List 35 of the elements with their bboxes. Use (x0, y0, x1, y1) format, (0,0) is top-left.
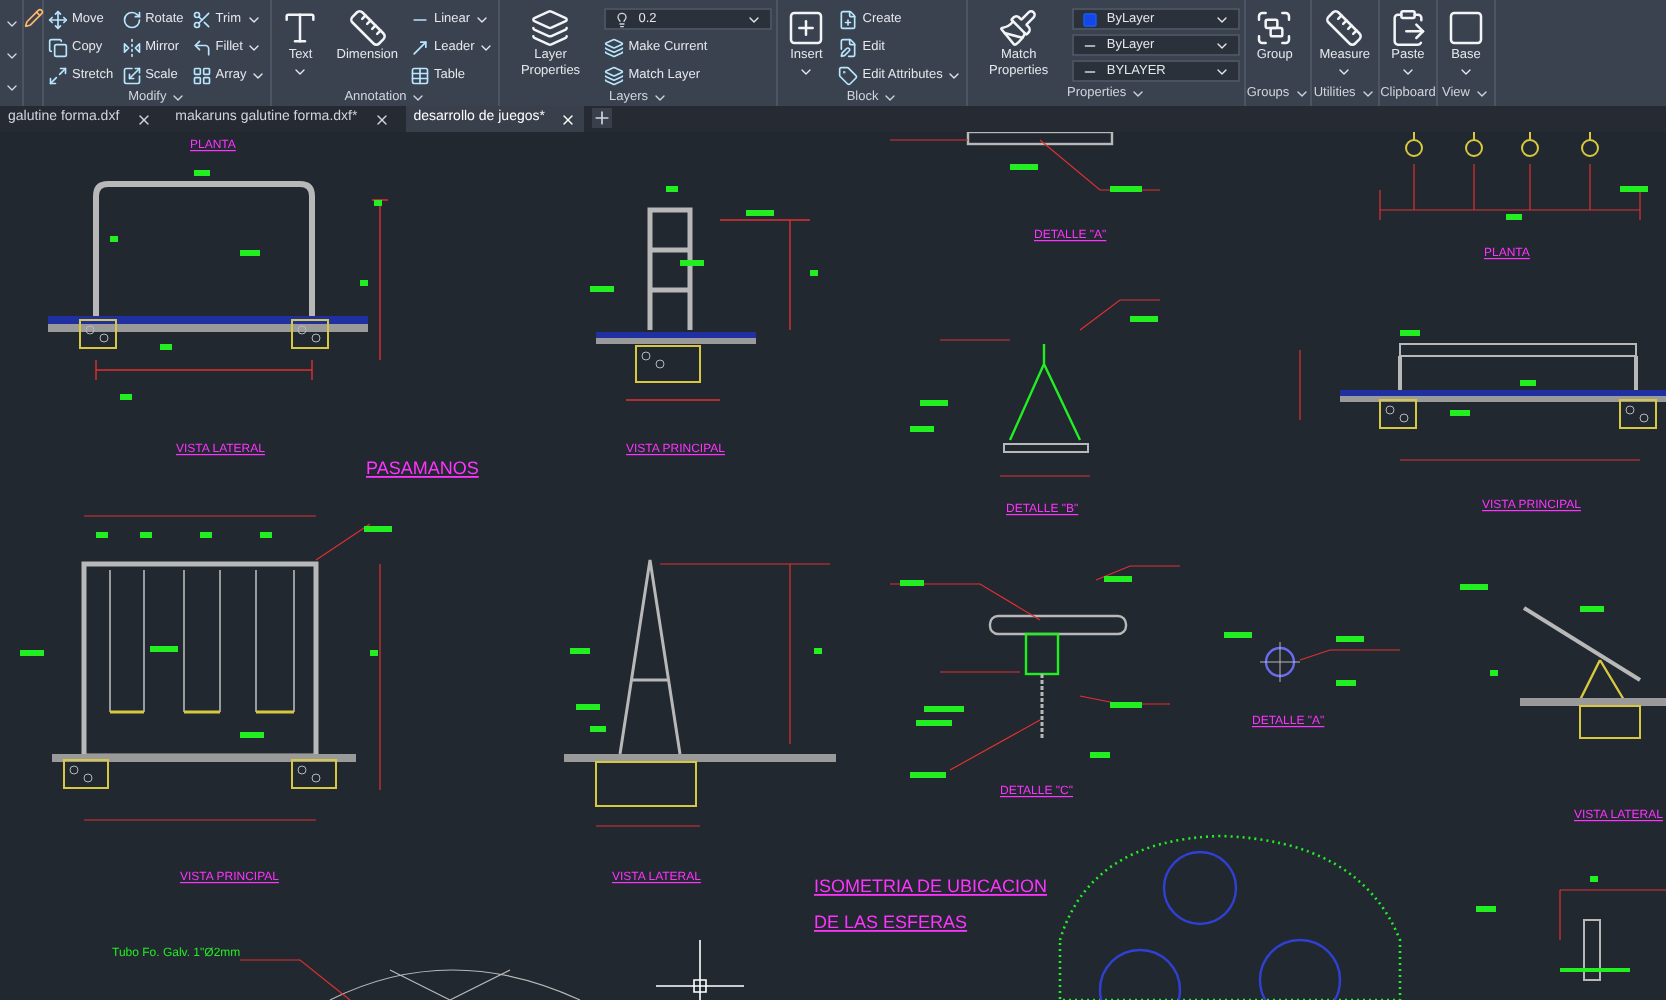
caret-icon (946, 68, 963, 84)
copy-icon (48, 38, 68, 58)
pencil-icon (23, 8, 43, 28)
letter-icon (280, 8, 321, 48)
move-icon (48, 10, 68, 30)
close-icon[interactable] (560, 111, 577, 127)
scissors-icon (191, 10, 212, 30)
grid-icon (191, 66, 212, 86)
insert-icon (786, 8, 827, 48)
leader-icon (410, 38, 430, 58)
rotate-icon (121, 10, 142, 30)
table-icon (410, 66, 430, 86)
caret-icon (1130, 86, 1147, 102)
stretch-icon (48, 66, 68, 86)
view-title: ISOMETRIA DE UBICACION (814, 876, 1048, 896)
caret-icon (1293, 86, 1310, 102)
mirror-icon (121, 38, 142, 58)
layers-icon (530, 8, 571, 48)
close-icon[interactable] (373, 111, 390, 127)
tag-icon (838, 66, 859, 86)
new-tab-icon[interactable] (592, 108, 613, 128)
scale-icon (121, 66, 142, 86)
close-icon[interactable] (135, 111, 152, 127)
clipboard-icon (1387, 8, 1428, 48)
brush-icon (998, 8, 1039, 48)
layers-icon (604, 66, 625, 86)
lightbulb-icon (614, 11, 631, 27)
color-swatch-icon (1082, 11, 1099, 27)
view-title: PASAMANOS (366, 458, 479, 478)
group-icon (1254, 8, 1295, 48)
ruler-icon (1324, 8, 1365, 48)
crosshair-cursor-icon (655, 939, 745, 1000)
view-title: DE LAS ESFERAS (814, 912, 968, 932)
layers-icon (604, 38, 625, 58)
corner-icon (191, 38, 212, 58)
